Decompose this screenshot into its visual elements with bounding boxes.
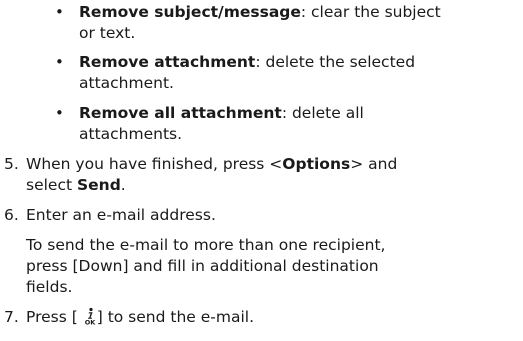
bullet-item-remove-all-attachment: Remove all attachment: delete all [79, 103, 364, 123]
bullet-term: Remove all attachment [79, 104, 282, 122]
bullet-continuation: attachment. [79, 74, 174, 92]
bullet-term: Remove attachment [79, 53, 256, 71]
manual-page: • Remove subject/message: clear the subj… [0, 0, 523, 341]
step-text-part: Press [ [26, 308, 78, 326]
step-6-note: To send the e-mail to more than one reci… [26, 236, 386, 254]
bullet-continuation: or text. [79, 24, 136, 42]
step-6-note: fields. [26, 278, 73, 296]
bullet-term: Remove subject/message [79, 3, 301, 21]
step-6-text: Enter an e-mail address. [26, 206, 216, 224]
step-text-part: select [26, 176, 77, 194]
ok-info-key-icon: OK [83, 307, 97, 325]
bullet-marker: • [55, 104, 64, 122]
step-text-part: . [120, 176, 126, 194]
bullet-description: : clear the subject [300, 3, 441, 21]
bullet-marker: • [55, 3, 64, 21]
bullet-continuation: attachments. [79, 125, 183, 143]
step-5-text: When you have finished, press <Options> … [26, 154, 397, 174]
step-6-note: press [Down] and fill in additional dest… [26, 257, 379, 275]
send-option-label: Send [76, 176, 121, 194]
step-number: 7. [4, 308, 19, 326]
step-number: 5. [4, 155, 19, 173]
step-text-part: > and [350, 155, 398, 173]
step-number: 6. [4, 206, 19, 224]
step-text-part: When you have finished, press < [26, 155, 283, 173]
bullet-item-remove-subject: Remove subject/message: clear the subjec… [79, 2, 441, 22]
step-7-text: Press [ OK ] to send the e-mail. [26, 307, 254, 327]
svg-text:OK: OK [84, 318, 96, 325]
step-5-continuation: select Send. [26, 175, 126, 195]
options-softkey-label: Options [282, 155, 351, 173]
bullet-item-remove-attachment: Remove attachment: delete the selected [79, 52, 415, 72]
step-text-part: ] to send the e-mail. [96, 308, 255, 326]
bullet-marker: • [55, 53, 64, 71]
bullet-description: : delete all [281, 104, 364, 122]
bullet-description: : delete the selected [255, 53, 416, 71]
